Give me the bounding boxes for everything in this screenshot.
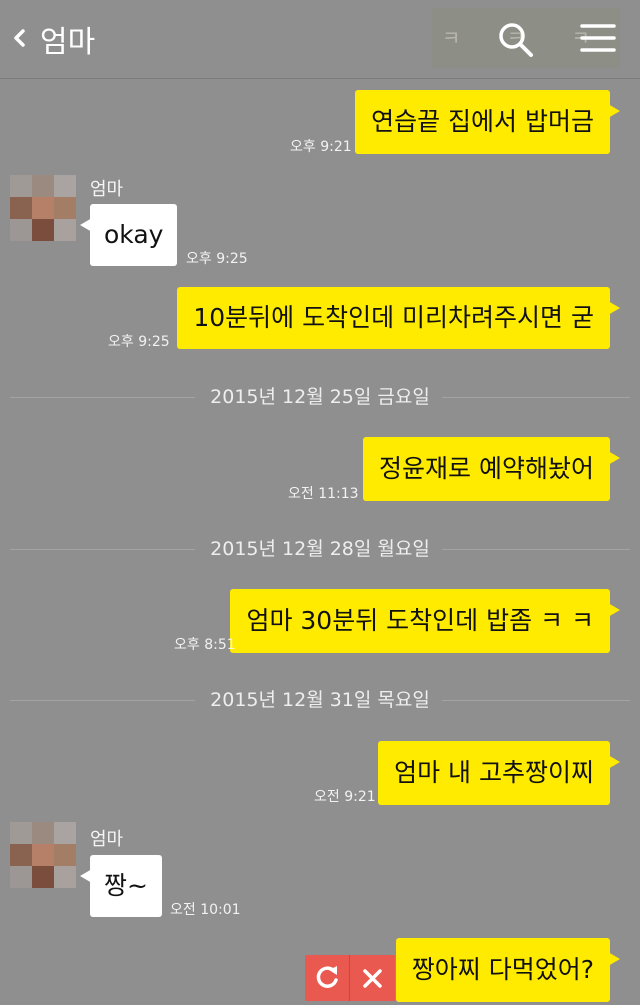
hamburger-menu-icon[interactable] bbox=[578, 21, 618, 55]
avatar[interactable] bbox=[10, 175, 76, 241]
message-time: 오전 11:13 bbox=[288, 486, 359, 502]
my-message-bubble[interactable]: 10분뒤에 도착인데 미리차려주시면 굳 bbox=[177, 287, 620, 349]
retry-icon bbox=[316, 966, 338, 988]
sender-name: 엄마 bbox=[90, 179, 124, 200]
my-message-bubble[interactable]: 연습끝 집에서 밥머금 bbox=[355, 90, 620, 154]
delete-message-button[interactable] bbox=[350, 955, 395, 1001]
message-time: 오후 8:51 bbox=[174, 637, 236, 653]
message-time: 오전 10:01 bbox=[170, 902, 241, 918]
date-divider: 2015년 12월 28일 월요일 bbox=[10, 536, 630, 562]
date-label: 2015년 12월 25일 금요일 bbox=[210, 386, 430, 408]
their-message-bubble[interactable]: 짱~ bbox=[80, 855, 162, 917]
my-message-bubble[interactable]: 엄마 내 고추짱이찌 bbox=[378, 741, 620, 805]
message-time: 오전 9:21 bbox=[314, 789, 376, 805]
date-divider: 2015년 12월 25일 금요일 bbox=[10, 384, 630, 410]
message-time: 오후 9:25 bbox=[108, 334, 170, 350]
date-label: 2015년 12월 28일 월요일 bbox=[210, 538, 430, 560]
chat-title: 엄마 bbox=[40, 25, 96, 60]
my-message-bubble[interactable]: 짱아찌 다먹었어? bbox=[395, 938, 621, 1002]
my-message-bubble[interactable]: 엄마 30분뒤 도착인데 밥좀 ㅋ ㅋ bbox=[230, 589, 620, 653]
avatar[interactable] bbox=[10, 822, 76, 888]
close-icon bbox=[363, 969, 382, 988]
date-divider: 2015년 12월 31일 목요일 bbox=[10, 687, 630, 713]
search-icon[interactable] bbox=[496, 20, 536, 60]
sender-name: 엄마 bbox=[90, 829, 124, 850]
my-message-bubble[interactable]: 정윤재로 예약해놨어 bbox=[363, 437, 620, 501]
date-label: 2015년 12월 31일 목요일 bbox=[210, 689, 430, 711]
message-time: 오후 9:21 bbox=[290, 139, 352, 155]
resend-button[interactable] bbox=[305, 955, 350, 1001]
chat-header: 엄마 ㅋ ㅋ ㅋ ㅋ bbox=[0, 0, 640, 110]
failed-send-controls bbox=[305, 955, 395, 1001]
back-arrow-icon[interactable] bbox=[10, 22, 28, 54]
message-time: 오후 9:25 bbox=[186, 251, 248, 267]
their-message-bubble[interactable]: okay bbox=[79, 204, 178, 266]
